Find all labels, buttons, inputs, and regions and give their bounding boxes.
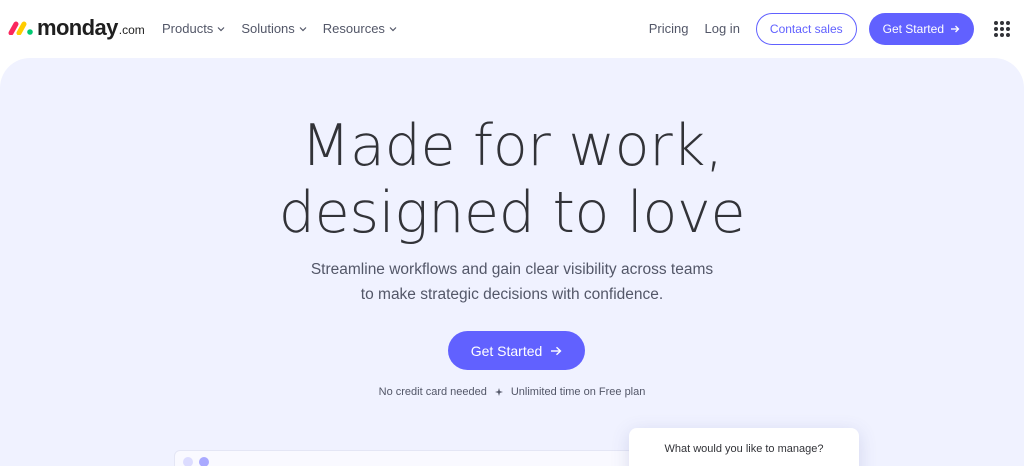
contact-sales-label: Contact sales: [769, 22, 843, 36]
login-link[interactable]: Log in: [705, 13, 740, 45]
monday-logo[interactable]: monday .com: [8, 15, 145, 41]
no-credit-card-note: No credit card needed: [378, 386, 487, 398]
board-preview: [174, 450, 634, 466]
hero-subtitle-line-1: Streamline workflows and gain clear visi…: [310, 261, 714, 278]
logo-domain-suffix: .com: [118, 23, 145, 37]
manage-question: What would you like to manage?: [664, 443, 824, 455]
menu-resources-label: Resources: [322, 21, 385, 36]
contact-sales-button[interactable]: Contact sales: [755, 13, 857, 45]
menu-solutions[interactable]: Solutions: [241, 19, 307, 39]
chevron-down-icon: [299, 27, 307, 32]
chevron-down-icon: [217, 27, 225, 32]
hero-note: No credit card needed Unlimited time on …: [0, 384, 1024, 400]
menu-products-label: Products: [162, 21, 214, 36]
hero-subtitle: Streamline workflows and gain clear visi…: [0, 257, 1024, 307]
hero-title-line-1: Made for work,: [301, 113, 723, 179]
nav-actions: Pricing Log in Contact sales Get Started: [649, 13, 1010, 45]
manage-selector-card: What would you like to manage?: [629, 428, 859, 466]
free-plan-note: Unlimited time on Free plan: [510, 386, 646, 398]
chevron-down-icon: [389, 27, 397, 32]
apps-grid-icon[interactable]: [994, 21, 1010, 37]
menu-products[interactable]: Products: [162, 19, 225, 39]
nav-get-started-button[interactable]: Get Started: [868, 13, 974, 45]
hero-get-started-button[interactable]: Get Started: [448, 331, 585, 370]
logo-wordmark: monday: [37, 15, 118, 40]
avatar: [199, 457, 209, 466]
menu-solutions-label: Solutions: [241, 21, 295, 36]
main-menu: Products Solutions Resources: [162, 19, 413, 39]
board-preview-avatars: [183, 457, 215, 466]
top-navigation: monday .com Products Solutions Resources…: [0, 0, 1024, 58]
logo-mark-icon: [8, 21, 33, 35]
arrow-right-icon: [951, 25, 960, 33]
hero-title: Made for work, designed to love: [0, 113, 1024, 247]
arrow-right-icon: [551, 346, 562, 355]
hero-subtitle-line-2: to make strategic decisions with confide…: [360, 286, 664, 303]
nav-get-started-label: Get Started: [882, 22, 944, 36]
pricing-link[interactable]: Pricing: [649, 13, 689, 45]
menu-resources[interactable]: Resources: [323, 19, 397, 39]
hero-title-line-2: designed to love: [278, 180, 746, 246]
sparkle-icon: [494, 388, 503, 396]
hero-get-started-label: Get Started: [470, 342, 543, 359]
avatar: [183, 457, 193, 466]
